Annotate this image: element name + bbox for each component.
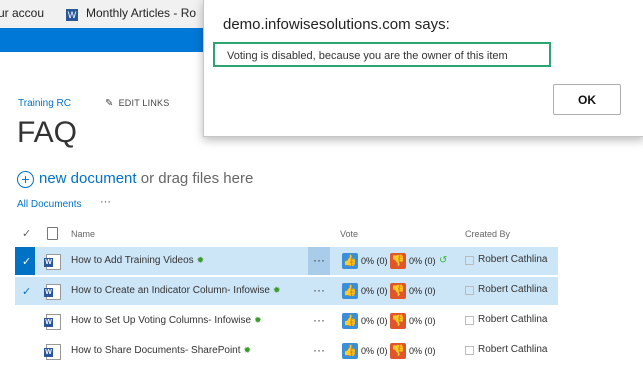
column-header-name[interactable]: Name: [71, 229, 95, 239]
pencil-icon: ✎: [105, 98, 114, 109]
column-header-created-by[interactable]: Created By: [465, 229, 510, 239]
item-menu-ellipsis[interactable]: ···: [308, 277, 330, 305]
person-presence-icon: [465, 286, 474, 295]
bookmark-item[interactable]: ur accou: [0, 6, 44, 20]
select-all-checkmark[interactable]: ✓: [22, 227, 31, 240]
person-presence-icon: [465, 316, 474, 325]
downvote-percent: 0% (0): [409, 286, 436, 296]
document-name-link[interactable]: How to Create an Indicator Column- Infow…: [71, 285, 281, 296]
new-item-icon: ✹: [272, 285, 281, 295]
dialog-message-highlight: Voting is disabled, because you are the …: [213, 42, 551, 67]
created-by-author[interactable]: Robert Cathlina: [478, 284, 547, 295]
table-row[interactable]: W How to Set Up Voting Columns- Infowise…: [15, 307, 558, 335]
table-row[interactable]: ✓ W How to Create an Indicator Column- I…: [15, 277, 558, 305]
table-row[interactable]: W How to Share Documents- SharePoint ✹ ··…: [15, 337, 558, 365]
thumbs-down-icon[interactable]: 👎: [390, 283, 406, 299]
thumbs-down-icon[interactable]: 👎: [390, 253, 406, 269]
ok-button[interactable]: OK: [553, 84, 621, 115]
created-by-author[interactable]: Robert Cathlina: [478, 344, 547, 355]
checkmark-icon[interactable]: ✓: [22, 285, 31, 298]
reset-vote-icon[interactable]: ↺: [439, 255, 447, 266]
new-item-icon: ✹: [196, 255, 205, 265]
item-menu-ellipsis[interactable]: ···: [308, 307, 330, 335]
item-menu-ellipsis[interactable]: ···: [308, 247, 330, 275]
page-title: FAQ: [17, 116, 78, 149]
word-document-icon: W: [44, 344, 61, 360]
word-document-icon: W: [44, 254, 61, 270]
word-icon: W: [66, 9, 78, 21]
created-by-author[interactable]: Robert Cathlina: [478, 254, 547, 265]
checkmark-icon[interactable]: ✓: [22, 255, 31, 268]
new-item-icon: ✹: [254, 315, 262, 325]
thumbs-down-icon[interactable]: 👎: [390, 313, 406, 329]
word-document-icon: W: [44, 314, 61, 330]
alert-dialog: demo.infowisesolutions.com says: Voting …: [203, 0, 643, 137]
dialog-title: demo.infowisesolutions.com says:: [223, 16, 450, 33]
upvote-percent: 0% (0): [361, 286, 388, 296]
created-by-author[interactable]: Robert Cathlina: [478, 314, 547, 325]
downvote-percent: 0% (0): [409, 256, 436, 266]
new-item-icon: ✹: [243, 345, 252, 355]
document-name-link[interactable]: How to Add Training Videos ✹: [71, 255, 204, 266]
thumbs-up-icon[interactable]: 👍: [342, 283, 358, 299]
breadcrumb-site-link[interactable]: Training RC: [18, 98, 71, 109]
thumbs-down-icon[interactable]: 👎: [390, 343, 406, 359]
upvote-percent: 0% (0): [361, 256, 388, 266]
word-document-icon: W: [44, 284, 61, 300]
edit-links-button[interactable]: ✎ EDIT LINKS: [105, 98, 169, 109]
drag-files-text: or drag files here: [136, 170, 254, 187]
new-document-link[interactable]: new document: [39, 170, 137, 187]
thumbs-up-icon[interactable]: 👍: [342, 343, 358, 359]
item-menu-ellipsis[interactable]: ···: [308, 337, 330, 365]
edit-links-label: EDIT LINKS: [118, 98, 170, 108]
view-more-ellipsis[interactable]: ···: [100, 196, 111, 208]
new-document-area[interactable]: + new document or drag files here: [17, 170, 253, 188]
document-type-icon: [47, 227, 58, 240]
document-name-link[interactable]: How to Share Documents- SharePoint ✹: [71, 345, 251, 356]
bookmark-label: Monthly Articles - Ro: [86, 6, 197, 20]
column-header-vote[interactable]: Vote: [340, 229, 358, 239]
document-name-link[interactable]: How to Set Up Voting Columns- Infowise ✹: [71, 315, 262, 326]
plus-circle-icon: +: [17, 171, 34, 188]
downvote-percent: 0% (0): [409, 346, 436, 356]
bookmark-monthly-articles[interactable]: W Monthly Articles - Ro: [66, 6, 196, 21]
upvote-percent: 0% (0): [361, 316, 388, 326]
view-all-documents[interactable]: All Documents: [17, 199, 81, 210]
table-row[interactable]: ✓ W How to Add Training Videos ✹ ··· 👍 0%…: [15, 247, 558, 275]
person-presence-icon: [465, 346, 474, 355]
downvote-percent: 0% (0): [409, 316, 436, 326]
thumbs-up-icon[interactable]: 👍: [342, 253, 358, 269]
upvote-percent: 0% (0): [361, 346, 388, 356]
person-presence-icon: [465, 256, 474, 265]
thumbs-up-icon[interactable]: 👍: [342, 313, 358, 329]
dialog-message: Voting is disabled, because you are the …: [227, 50, 508, 62]
